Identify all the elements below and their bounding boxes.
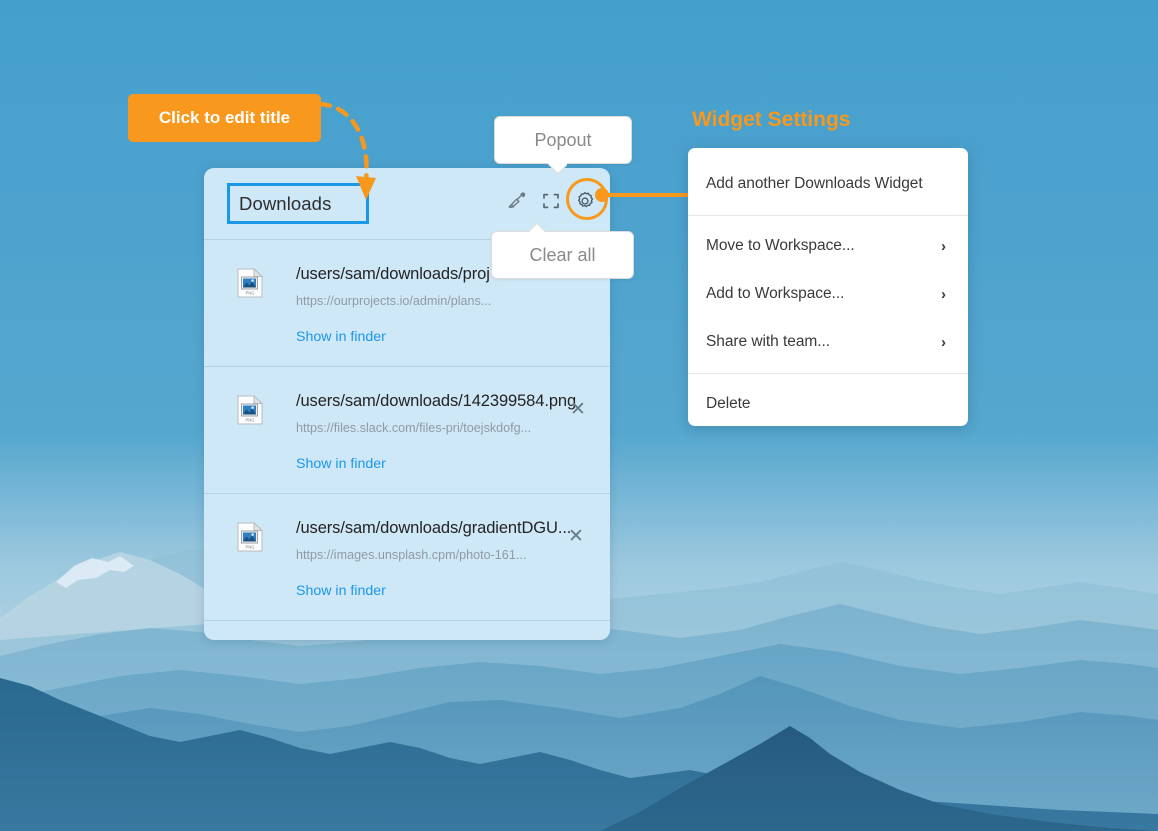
menu-item-label: Add another Downloads Widget (706, 175, 923, 192)
menu-separator (688, 215, 968, 216)
tooltip-arrow (547, 163, 567, 175)
file-path: /users/sam/downloads/142399584.png (296, 392, 577, 410)
downloads-list: PNG /users/sam/downloads/proj https://ou… (204, 240, 610, 621)
menu-item-label: Share with team... (706, 333, 831, 350)
chevron-right-icon: › (941, 285, 946, 303)
source-url: https://ourprojects.io/admin/plans... (296, 294, 492, 308)
chevron-right-icon: › (941, 333, 946, 351)
source-url: https://images.unsplash.cpm/photo-161... (296, 548, 527, 562)
popout-icon[interactable] (540, 190, 562, 212)
list-item-body: /users/sam/downloads/gradientDGU... http… (296, 513, 596, 600)
show-in-finder-link[interactable]: Show in finder (296, 329, 386, 345)
widget-settings-menu: Add another Downloads Widget Move to Wor… (688, 148, 968, 426)
callout-arrow-icon (317, 96, 388, 211)
tooltip-popout: Popout (494, 116, 632, 164)
menu-item-add-to-workspace[interactable]: Add to Workspace... › (688, 270, 968, 318)
show-in-finder-link[interactable]: Show in finder (296, 583, 386, 599)
callout-edit-title-label: Click to edit title (158, 108, 291, 127)
menu-item-move-to-workspace[interactable]: Move to Workspace... › (688, 222, 968, 270)
tooltip-arrow (526, 220, 546, 232)
png-file-icon: PNG (237, 394, 264, 425)
list-item[interactable]: PNG /users/sam/downloads/gradientDGU... … (204, 494, 610, 621)
widget-header: Downloads (204, 168, 610, 240)
source-url: https://files.slack.com/files-pri/toejsk… (296, 421, 532, 435)
menu-item-label: Move to Workspace... (706, 237, 855, 254)
close-icon[interactable]: ✕ (568, 527, 584, 546)
chevron-right-icon: › (941, 237, 946, 255)
close-icon[interactable]: ✕ (570, 400, 586, 419)
show-in-finder-link[interactable]: Show in finder (296, 456, 386, 472)
tooltip-clear-all: Clear all (491, 231, 634, 279)
svg-text:PNG: PNG (245, 418, 254, 423)
list-item[interactable]: PNG /users/sam/downloads/142399584.png h… (204, 367, 610, 494)
tooltip-popout-label: Popout (534, 129, 592, 150)
callout-edit-title: Click to edit title (128, 94, 321, 142)
callout-widget-settings-label: Widget Settings (692, 108, 851, 131)
clear-all-icon[interactable] (506, 190, 528, 212)
svg-text:PNG: PNG (245, 291, 254, 296)
svg-text:PNG: PNG (245, 545, 254, 550)
menu-item-label: Add to Workspace... (706, 285, 845, 302)
menu-item-add-another-downloads-widget[interactable]: Add another Downloads Widget (688, 160, 968, 208)
png-file-icon: PNG (237, 267, 264, 298)
list-item-body: /users/sam/downloads/142399584.png https… (296, 386, 596, 473)
file-path: /users/sam/downloads/gradientDGU... (296, 519, 572, 537)
menu-item-share-with-team[interactable]: Share with team... › (688, 318, 968, 366)
connector-dot (595, 188, 609, 202)
menu-item-label: Delete (706, 395, 751, 412)
tooltip-clear-all-label: Clear all (529, 244, 596, 265)
menu-item-delete[interactable]: Delete (688, 380, 968, 428)
menu-separator (688, 373, 968, 374)
png-file-icon: PNG (237, 521, 264, 552)
widget-title: Downloads (239, 192, 332, 214)
